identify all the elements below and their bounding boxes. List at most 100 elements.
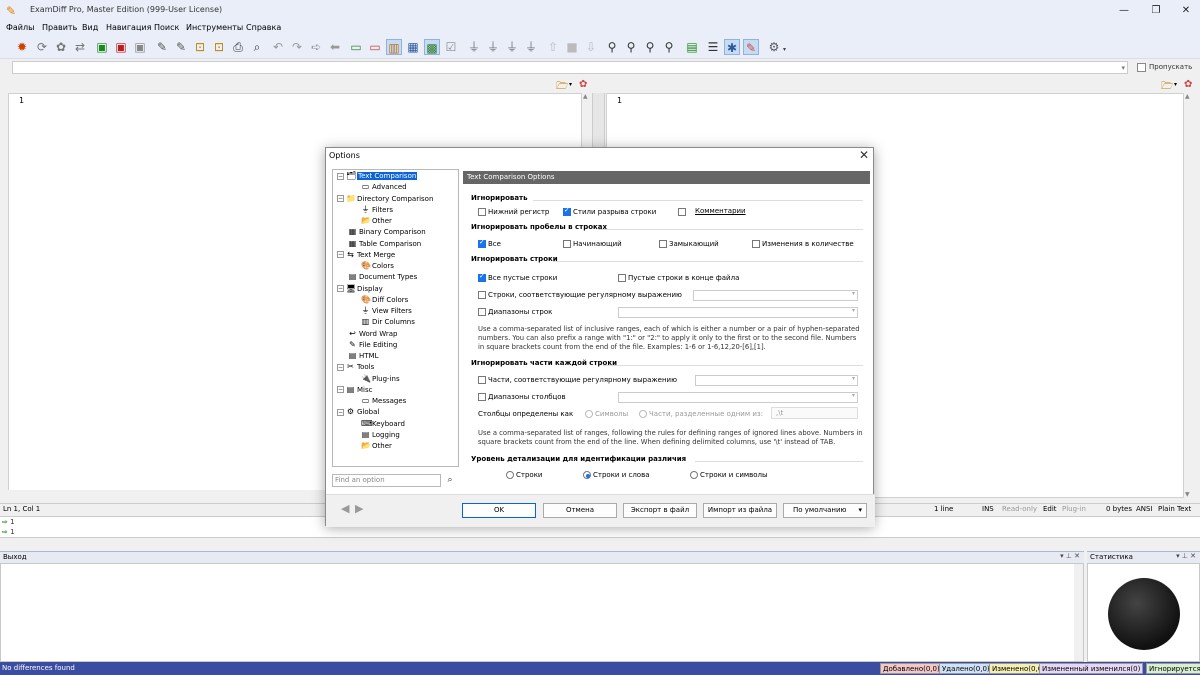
tree-node[interactable]: − 🗂 Text Comparison — [333, 170, 458, 181]
tree-node[interactable]: ⏚ Filters — [333, 204, 458, 215]
view-check-icon[interactable]: ☑ — [443, 39, 459, 55]
plugins-icon[interactable]: ✱ — [724, 39, 740, 55]
import-button[interactable]: Импорт из файла — [703, 503, 777, 518]
chevron-down-icon[interactable]: ▾ — [783, 46, 786, 53]
search-icon[interactable]: ⌕ — [443, 474, 457, 487]
tree-expander-icon[interactable]: − — [337, 408, 344, 416]
regex-parts-checkbox[interactable] — [478, 376, 486, 384]
compare-icon[interactable]: ✹ — [14, 39, 30, 55]
lock-left-icon[interactable]: ⊡ — [192, 39, 208, 55]
find-case-icon[interactable]: ⚲ — [661, 39, 677, 55]
prev-diff-icon[interactable]: ⇧ — [545, 39, 561, 55]
blank-eof-checkbox[interactable] — [618, 274, 626, 282]
level-lines-chars-radio[interactable] — [690, 471, 698, 479]
scroll-down-icon[interactable]: ▼ — [1185, 491, 1190, 498]
ws-trailing-checkbox[interactable] — [659, 240, 667, 248]
menu-navigation[interactable]: Навигация — [106, 23, 151, 32]
defaults-button[interactable]: По умолчанию ▾ — [783, 503, 867, 518]
ws-all-checkbox[interactable] — [478, 238, 486, 248]
menu-help[interactable]: Справка — [246, 23, 281, 32]
chevron-down-icon[interactable]: ▾ — [858, 504, 862, 517]
chevron-down-icon[interactable]: ▾ — [852, 392, 855, 399]
tree-node[interactable]: − 📁Directory Comparison — [333, 193, 458, 204]
tree-node[interactable]: ▦ Table Comparison — [333, 238, 458, 249]
menu-view[interactable]: Вид — [82, 23, 98, 32]
ignore-comments-checkbox[interactable] — [678, 208, 686, 216]
tree-expander-icon[interactable]: − — [337, 195, 344, 202]
find-option-input[interactable]: Find an option — [332, 474, 441, 487]
cols-chars-radio[interactable] — [585, 410, 593, 418]
tree-expander-icon[interactable]: − — [337, 251, 344, 259]
swap-icon[interactable]: ⇄ — [72, 39, 88, 55]
menu-tools[interactable]: Инструменты — [186, 23, 243, 32]
scroll-up-icon[interactable]: ▲ — [583, 93, 588, 100]
panel-tools[interactable]: ▾ ⊥ ✕ — [1176, 552, 1196, 560]
filter-4-icon[interactable]: ⏚ — [523, 39, 539, 55]
tree-expander-icon[interactable]: − — [337, 172, 344, 180]
tree-node[interactable]: ▭ Advanced — [333, 181, 458, 192]
menu-search[interactable]: Поиск — [154, 23, 179, 32]
view-side-by-side-icon[interactable]: ▥ — [386, 39, 402, 55]
forward-arrow-icon[interactable]: ▶ — [355, 502, 363, 515]
level-lines-words-radio[interactable] — [583, 471, 591, 479]
recent-files-icon[interactable]: ✿ — [579, 79, 587, 90]
options-icon[interactable]: ✎ — [743, 39, 759, 55]
options-tree[interactable]: − 🗂 Text Comparison ▭ Advanced − 📁Directory Co… — [332, 169, 459, 467]
lock-right-icon[interactable]: ⊡ — [211, 39, 227, 55]
recompare-icon[interactable]: ⟳ — [34, 39, 50, 55]
tree-node[interactable]: − ✂ Tools — [333, 361, 458, 372]
chevron-down-icon[interactable]: ▾ — [569, 81, 572, 88]
menu-edit[interactable]: Править — [42, 23, 77, 32]
tree-node[interactable]: ✎ File Editing — [333, 339, 458, 350]
edit-left-icon[interactable]: ✎ — [154, 39, 170, 55]
copy-left-icon[interactable]: ⬅ — [327, 39, 343, 55]
save-left-icon[interactable]: ▣ — [94, 39, 110, 55]
back-arrow-icon[interactable]: ◀ — [341, 502, 349, 515]
redo-icon[interactable]: ↷ — [289, 39, 305, 55]
tree-node[interactable]: ⌨Keyboard — [333, 418, 458, 429]
filter-3-icon[interactable]: ⏚ — [504, 39, 520, 55]
regex-lines-combo[interactable]: ▾ — [693, 290, 858, 301]
ws-leading-checkbox[interactable] — [563, 240, 571, 248]
chevron-down-icon[interactable]: ▾ — [852, 290, 855, 297]
line-ranges-combo[interactable]: ▾ — [618, 307, 858, 318]
save-right-icon[interactable]: ▣ — [113, 39, 129, 55]
cols-delim-radio[interactable] — [639, 410, 647, 418]
open-icon[interactable]: ✿ — [53, 39, 69, 55]
right-vscrollbar[interactable]: ▲ ▼ — [1184, 93, 1194, 498]
tree-node[interactable]: ↩ Word Wrap — [333, 328, 458, 339]
find-prev-icon[interactable]: ⚲ — [642, 39, 658, 55]
skip-checkbox[interactable] — [1137, 63, 1146, 72]
ignore-linebreak-checkbox[interactable] — [563, 206, 571, 216]
print-preview-icon[interactable]: ⌕ — [249, 39, 265, 55]
tree-node[interactable]: 🔌Plug-ins — [333, 373, 458, 384]
tree-node[interactable]: ▤ Document Types — [333, 271, 458, 282]
close-window-button[interactable]: ✕ — [1166, 0, 1200, 22]
tree-node[interactable]: ▥ Dir Columns — [333, 316, 458, 327]
dialog-close-button[interactable]: ✕ — [859, 148, 869, 162]
line-numbers-icon[interactable]: ☰ — [705, 39, 721, 55]
ok-button[interactable]: OK — [462, 503, 536, 518]
filter-2-icon[interactable]: ⏚ — [485, 39, 501, 55]
col-ranges-combo[interactable]: ▾ — [618, 392, 858, 403]
tree-node[interactable]: − ⚙ Global — [333, 406, 458, 417]
tree-node[interactable]: 📂Other — [333, 440, 458, 451]
col-ranges-checkbox[interactable] — [478, 393, 486, 401]
level-lines-radio[interactable] — [506, 471, 514, 479]
tree-node[interactable]: ▤ HTML — [333, 350, 458, 361]
tree-node[interactable]: ▦ Binary Comparison — [333, 226, 458, 237]
view-show-all-icon[interactable]: ▭ — [348, 39, 364, 55]
menu-files[interactable]: Файлы — [6, 23, 34, 32]
current-diff-icon[interactable]: ■ — [564, 39, 580, 55]
chevron-down-icon[interactable]: ▾ — [852, 375, 855, 382]
tree-node[interactable]: − 🖥Display — [333, 283, 458, 294]
tree-expander-icon[interactable]: − — [337, 386, 344, 394]
blank-lines-checkbox[interactable] — [478, 272, 486, 282]
recent-files-icon[interactable]: ✿ — [1184, 79, 1192, 90]
settings-gear-icon[interactable]: ⚙ — [766, 39, 782, 55]
tree-node[interactable]: 🎨Colors — [333, 260, 458, 271]
delimiters-input[interactable]: ,\t — [771, 407, 858, 419]
tree-node[interactable]: ▤ Logging — [333, 429, 458, 440]
ignore-comments-link[interactable]: Комментарии — [695, 207, 746, 215]
chevron-down-icon[interactable]: ▾ — [852, 307, 855, 314]
